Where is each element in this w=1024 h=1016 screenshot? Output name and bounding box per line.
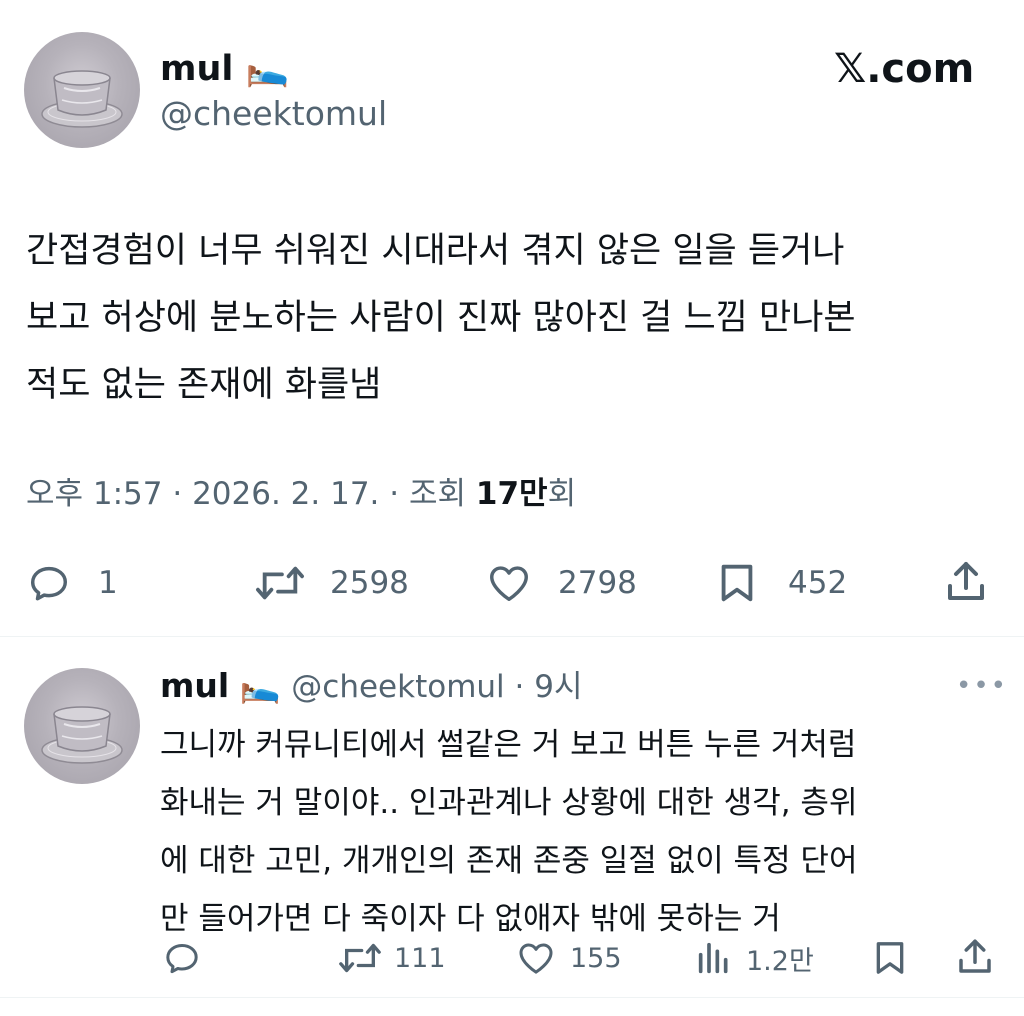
share-icon <box>959 939 991 973</box>
retweet-button[interactable]: 2598 <box>252 560 409 606</box>
reply-bookmark-button[interactable] <box>870 938 910 978</box>
x-logo[interactable]: 𝕏.com <box>834 45 974 93</box>
bookmark-icon <box>721 564 753 602</box>
tweet-text-line: 적도 없는 존재에 화를냄 <box>26 365 382 405</box>
author-avatar[interactable] <box>24 32 140 148</box>
glass-cup-avatar-image <box>41 70 123 128</box>
like-count: 2798 <box>558 565 637 601</box>
separator: · <box>379 476 409 512</box>
reply-icon <box>30 566 68 601</box>
reply-author-avatar[interactable] <box>24 668 140 784</box>
retweet-icon <box>256 566 304 600</box>
bed-emoji-icon: 🛌 <box>239 666 281 705</box>
heart-icon <box>519 943 553 974</box>
reply-like-count: 155 <box>570 942 622 974</box>
retweet-count: 2598 <box>330 565 409 601</box>
reply-like-button[interactable]: 155 <box>514 938 622 978</box>
reply-icon <box>166 944 198 974</box>
bookmark-icon <box>876 942 904 974</box>
reply-text-line: 그니까 커뮤니티에서 썰같은 거 보고 버튼 누른 거처럼 <box>160 727 857 763</box>
tweet-time[interactable]: 오후 1:57 <box>26 476 163 512</box>
reply-retweet-button[interactable]: 111 <box>336 938 446 978</box>
views-label: 조회 <box>408 476 476 512</box>
bookmark-count: 452 <box>788 565 848 601</box>
more-options-button[interactable]: ••• <box>956 672 1008 700</box>
tweet-text: 간접경험이 너무 쉬워진 시대라서 겪지 않은 일을 듣거나 보고 허상에 분노… <box>26 218 856 419</box>
tweet-meta: 오후 1:57 · 2026. 2. 17. · 조회 17만회 <box>26 473 576 515</box>
retweet-icon <box>339 943 381 973</box>
reply-count: 1 <box>98 565 118 601</box>
reply-author-handle[interactable]: @cheektomul <box>291 669 504 705</box>
reply-text-line: 화내는 거 말이야.. 인과관계나 상황에 대한 생각, 층위 <box>160 785 858 821</box>
author-name-text: mul <box>160 49 234 89</box>
share-icon <box>948 562 984 600</box>
author-name[interactable]: mul 🛌 <box>160 47 289 91</box>
reply-time[interactable]: · 9시 <box>505 669 583 705</box>
reply-share-button[interactable] <box>954 936 996 978</box>
reply-header: mul 🛌 @cheektomul · 9시 <box>160 664 582 709</box>
reply-button[interactable]: 1 <box>24 560 118 606</box>
separator: · <box>162 476 193 512</box>
tweet-text-line: 보고 허상에 분노하는 사람이 진짜 많아진 걸 느낌 만나본 <box>26 298 856 338</box>
bookmark-button[interactable]: 452 <box>714 560 847 606</box>
heart-icon <box>490 566 528 602</box>
reply-text: 그니까 커뮤니티에서 썰같은 거 보고 버튼 누른 거처럼 화내는 거 말이야.… <box>160 716 857 948</box>
tweet-text-line: 간접경험이 너무 쉬워진 시대라서 겪지 않은 일을 듣거나 <box>26 231 845 271</box>
glass-cup-avatar-image <box>41 706 123 764</box>
bar-chart-icon <box>698 942 728 974</box>
reply-reply-button[interactable] <box>160 938 204 978</box>
author-handle[interactable]: @cheektomul <box>160 93 387 135</box>
reply-text-line: 에 대한 고민, 개개인의 존재 존중 일절 없이 특정 단어 <box>160 843 858 879</box>
reply-views-count: 1.2만 <box>746 945 814 977</box>
reply-views-button[interactable]: 1.2만 <box>694 938 814 978</box>
tweet-date[interactable]: 2026. 2. 17. <box>192 476 379 512</box>
reply-retweet-count: 111 <box>394 942 446 974</box>
views-suffix: 회 <box>547 476 577 512</box>
bed-emoji-icon: 🛌 <box>245 49 290 89</box>
views-count: 17만 <box>475 476 548 512</box>
reply-author-name[interactable]: mul <box>160 666 229 705</box>
tweet-divider <box>0 636 1024 637</box>
bottom-divider <box>0 997 1024 998</box>
like-button[interactable]: 2798 <box>484 560 637 606</box>
share-button[interactable] <box>942 558 990 606</box>
